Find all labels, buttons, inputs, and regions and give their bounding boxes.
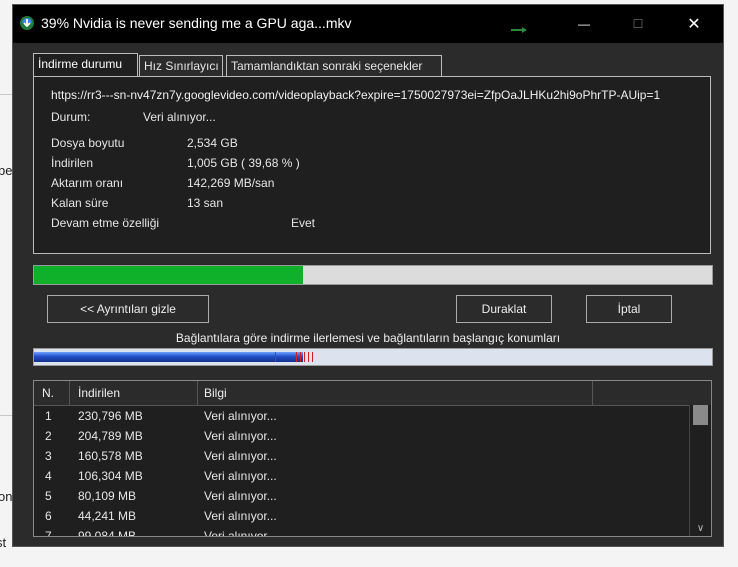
tab-completion-options[interactable]: Tamamlandıktan sonraki seçenekler — [226, 55, 442, 76]
hide-details-button[interactable]: << Ayrıntıları gizle — [47, 295, 209, 323]
column-divider[interactable] — [69, 381, 70, 405]
row-downloaded: 99,084 MB — [78, 529, 137, 537]
time-remaining-value: 13 san — [187, 196, 224, 210]
row-info: Veri alınıyor... — [204, 489, 277, 503]
pause-button[interactable]: Duraklat — [456, 295, 552, 323]
row-number: 7 — [45, 529, 52, 537]
column-divider[interactable] — [592, 381, 593, 405]
cancel-button[interactable]: İptal — [586, 295, 672, 323]
maximize-button[interactable]: ☐ — [613, 5, 663, 43]
row-info: Veri alınıyor... — [204, 509, 277, 523]
table-row[interactable]: 5 80,109 MB Veri alınıyor... — [34, 486, 690, 506]
resume-capability-label: Devam etme özelliği — [51, 216, 160, 230]
background-text: on — [0, 489, 13, 504]
row-info: Veri alınıyor... — [204, 409, 277, 423]
row-info: Veri alınıyor... — [204, 429, 277, 443]
row-downloaded: 230,796 MB — [78, 409, 143, 423]
download-window: 39% Nvidia is never sending me a GPU aga… — [12, 4, 724, 547]
background-divider — [0, 94, 12, 95]
window-title: 39% Nvidia is never sending me a GPU aga… — [41, 15, 352, 31]
table-scrollbar[interactable]: ∨ — [689, 405, 711, 536]
connection-start-marker — [308, 352, 309, 362]
connection-start-marker — [304, 352, 305, 362]
column-header-info[interactable]: Bilgi — [204, 386, 227, 400]
idm-app-icon — [20, 16, 34, 30]
connection-start-marker — [312, 352, 313, 362]
downloaded-value: 1,005 GB ( 39,68 % ) — [187, 156, 300, 170]
resume-capability-value: Evet — [291, 216, 316, 230]
row-downloaded: 106,304 MB — [78, 469, 143, 483]
table-header: N. İndirilen Bilgi — [34, 381, 711, 406]
downloaded-label: İndirilen — [51, 156, 94, 170]
row-number: 3 — [45, 449, 52, 463]
mouse-cursor-icon — [511, 27, 527, 33]
background-text: st — [0, 535, 7, 550]
minimize-button[interactable]: — — [559, 5, 609, 43]
table-row[interactable]: 3 160,578 MB Veri alınıyor... — [34, 446, 690, 466]
connection-start-marker — [300, 352, 301, 362]
row-downloaded: 44,241 MB — [78, 509, 137, 523]
row-number: 5 — [45, 489, 52, 503]
status-value: Veri alınıyor... — [143, 110, 216, 124]
tab-speed-limiter[interactable]: Hız Sınırlayıcı — [139, 55, 223, 76]
close-button[interactable]: ✕ — [669, 5, 719, 43]
row-info: Veri alınıyor... — [204, 449, 277, 463]
row-number: 1 — [45, 409, 52, 423]
download-progress-fill — [34, 266, 304, 284]
table-row[interactable]: 7 99,084 MB Veri alınıyor... — [34, 526, 690, 537]
title-bar[interactable]: 39% Nvidia is never sending me a GPU aga… — [13, 5, 723, 43]
connection-start-marker — [275, 352, 276, 362]
row-number: 2 — [45, 429, 52, 443]
row-info: Veri alınıyor... — [204, 529, 277, 537]
table-row[interactable]: 2 204,789 MB Veri alınıyor... — [34, 426, 690, 446]
status-label: Durum: — [51, 110, 91, 124]
time-remaining-label: Kalan süre — [51, 196, 109, 210]
file-size-value: 2,534 GB — [187, 136, 238, 150]
scroll-down-icon[interactable]: ∨ — [693, 523, 708, 535]
column-divider[interactable] — [197, 381, 198, 405]
connections-progress-fill — [34, 352, 304, 362]
table-row[interactable]: 4 106,304 MB Veri alınıyor... — [34, 466, 690, 486]
row-downloaded: 204,789 MB — [78, 429, 143, 443]
row-number: 6 — [45, 509, 52, 523]
column-header-downloaded[interactable]: İndirilen — [78, 386, 120, 400]
scrollbar-thumb[interactable] — [693, 405, 708, 425]
transfer-rate-value: 142,269 MB/san — [187, 176, 275, 190]
transfer-rate-label: Aktarım oranı — [51, 176, 124, 190]
tab-download-status[interactable]: İndirme durumu — [33, 53, 138, 77]
table-row[interactable]: 6 44,241 MB Veri alınıyor... — [34, 506, 690, 526]
connections-progress-label: Bağlantılara göre indirme ilerlemesi ve … — [175, 331, 561, 345]
background-text: be — [0, 163, 13, 178]
column-header-number[interactable]: N. — [42, 386, 54, 400]
file-size-label: Dosya boyutu — [51, 136, 125, 150]
background-divider — [0, 415, 12, 416]
connection-start-marker — [296, 352, 297, 362]
download-progress-bar — [33, 265, 713, 285]
row-info: Veri alınıyor... — [204, 469, 277, 483]
row-downloaded: 80,109 MB — [78, 489, 137, 503]
status-panel: https://rr3---sn-nv47zn7y.googlevideo.co… — [33, 76, 711, 254]
row-downloaded: 160,578 MB — [78, 449, 143, 463]
connections-table: N. İndirilen Bilgi 1 230,796 MB Veri alı… — [33, 380, 712, 537]
connections-progress-bar — [33, 348, 713, 366]
row-number: 4 — [45, 469, 52, 483]
download-url: https://rr3---sn-nv47zn7y.googlevideo.co… — [51, 88, 661, 102]
table-row[interactable]: 1 230,796 MB Veri alınıyor... — [34, 406, 690, 426]
